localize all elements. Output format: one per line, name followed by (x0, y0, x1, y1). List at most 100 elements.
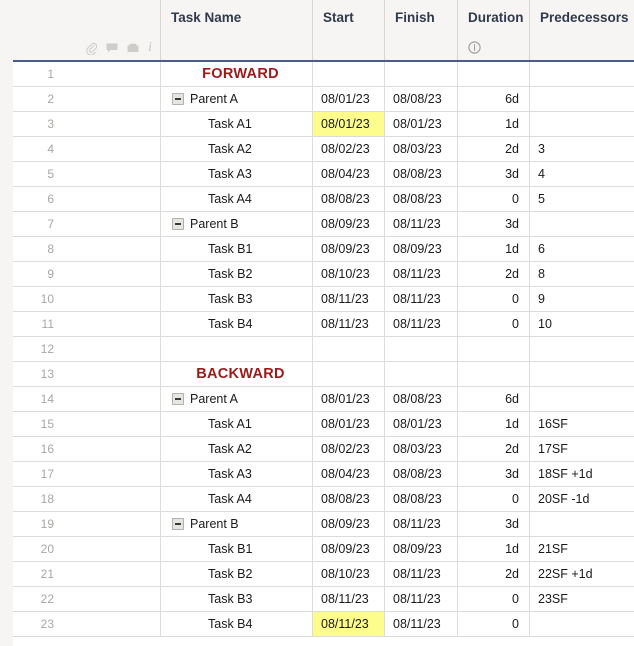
task-name-cell[interactable]: Task A3 (161, 162, 313, 186)
proof-icon[interactable] (127, 43, 139, 54)
task-name-cell[interactable]: Parent A (161, 387, 313, 411)
start-date-cell[interactable] (313, 362, 385, 386)
collapse-toggle-icon[interactable] (172, 218, 184, 230)
predecessors-cell[interactable]: 6 (530, 237, 634, 261)
table-row[interactable]: 15 Task A1 08/01/23 08/01/23 1d 16SF (0, 412, 634, 437)
duration-cell[interactable]: 0 (458, 587, 530, 611)
finish-date-cell[interactable]: 08/11/23 (385, 562, 458, 586)
row-number[interactable]: 21 (13, 562, 161, 586)
predecessors-cell[interactable] (530, 612, 634, 636)
row-number[interactable]: 3 (13, 112, 161, 136)
predecessors-cell[interactable]: 22SF +1d (530, 562, 634, 586)
row-number[interactable]: 4 (13, 137, 161, 161)
row-number[interactable]: 16 (13, 437, 161, 461)
predecessors-cell[interactable] (530, 62, 634, 86)
duration-cell[interactable] (458, 62, 530, 86)
row-number[interactable]: 14 (13, 387, 161, 411)
task-name-cell[interactable]: Task A4 (161, 487, 313, 511)
task-name-cell[interactable]: Task A2 (161, 437, 313, 461)
column-header-task-name[interactable]: Task Name (161, 0, 313, 62)
row-number[interactable]: 5 (13, 162, 161, 186)
start-date-cell[interactable]: 08/04/23 (313, 462, 385, 486)
finish-date-cell[interactable]: 08/03/23 (385, 437, 458, 461)
duration-cell[interactable]: 2d (458, 137, 530, 161)
row-number[interactable]: 2 (13, 87, 161, 111)
start-date-cell[interactable]: 08/01/23 (313, 387, 385, 411)
task-name-cell[interactable]: Parent A (161, 87, 313, 111)
column-header-duration[interactable]: Duration (458, 0, 530, 62)
duration-cell[interactable]: 6d (458, 87, 530, 111)
finish-date-cell[interactable]: 08/03/23 (385, 137, 458, 161)
duration-cell[interactable]: 3d (458, 162, 530, 186)
start-date-cell[interactable]: 08/11/23 (313, 287, 385, 311)
comment-icon[interactable] (106, 43, 118, 54)
finish-date-cell[interactable]: 08/11/23 (385, 312, 458, 336)
duration-cell[interactable]: 0 (458, 287, 530, 311)
table-row[interactable]: 16 Task A2 08/02/23 08/03/23 2d 17SF (0, 437, 634, 462)
predecessors-cell[interactable] (530, 387, 634, 411)
finish-date-cell[interactable] (385, 62, 458, 86)
predecessors-cell[interactable]: 10 (530, 312, 634, 336)
duration-cell[interactable]: 3d (458, 212, 530, 236)
finish-date-cell[interactable] (385, 337, 458, 361)
duration-cell[interactable]: 3d (458, 462, 530, 486)
predecessors-cell[interactable] (530, 362, 634, 386)
table-row[interactable]: 19 Parent B 08/09/23 08/11/23 3d (0, 512, 634, 537)
start-date-cell[interactable]: 08/09/23 (313, 212, 385, 236)
elapsed-duration-icon[interactable] (468, 41, 481, 54)
task-name-cell[interactable]: Task A3 (161, 462, 313, 486)
finish-date-cell[interactable]: 08/08/23 (385, 187, 458, 211)
column-header-predecessors[interactable]: Predecessors (530, 0, 634, 62)
duration-cell[interactable]: 2d (458, 562, 530, 586)
column-header-start[interactable]: Start (313, 0, 385, 62)
info-icon[interactable]: i (148, 41, 152, 55)
duration-cell[interactable]: 2d (458, 437, 530, 461)
table-row[interactable]: 5 Task A3 08/04/23 08/08/23 3d 4 (0, 162, 634, 187)
task-name-cell[interactable]: Task B4 (161, 312, 313, 336)
row-number[interactable]: 1 (13, 62, 161, 86)
predecessors-cell[interactable]: 16SF (530, 412, 634, 436)
duration-cell[interactable]: 6d (458, 387, 530, 411)
duration-cell[interactable]: 0 (458, 612, 530, 636)
row-number[interactable]: 10 (13, 287, 161, 311)
row-number[interactable]: 6 (13, 187, 161, 211)
table-row[interactable]: 4 Task A2 08/02/23 08/03/23 2d 3 (0, 137, 634, 162)
row-number[interactable]: 8 (13, 237, 161, 261)
predecessors-cell[interactable] (530, 512, 634, 536)
task-name-cell[interactable] (161, 337, 313, 361)
row-number[interactable]: 13 (13, 362, 161, 386)
predecessors-cell[interactable] (530, 112, 634, 136)
row-number[interactable]: 12 (13, 337, 161, 361)
finish-date-cell[interactable]: 08/11/23 (385, 212, 458, 236)
start-date-cell[interactable]: 08/08/23 (313, 487, 385, 511)
task-name-cell[interactable]: Task B2 (161, 562, 313, 586)
duration-cell[interactable]: 1d (458, 112, 530, 136)
predecessors-cell[interactable]: 18SF +1d (530, 462, 634, 486)
duration-cell[interactable]: 0 (458, 187, 530, 211)
task-name-cell[interactable]: FORWARD (161, 62, 313, 86)
duration-cell[interactable]: 1d (458, 237, 530, 261)
finish-date-cell[interactable]: 08/01/23 (385, 112, 458, 136)
table-row[interactable]: 7 Parent B 08/09/23 08/11/23 3d (0, 212, 634, 237)
task-name-cell[interactable]: Task B1 (161, 537, 313, 561)
task-name-cell[interactable]: Task A1 (161, 412, 313, 436)
collapse-toggle-icon[interactable] (172, 393, 184, 405)
predecessors-cell[interactable]: 21SF (530, 537, 634, 561)
duration-cell[interactable]: 0 (458, 487, 530, 511)
start-date-cell[interactable] (313, 337, 385, 361)
finish-date-cell[interactable]: 08/08/23 (385, 387, 458, 411)
table-row[interactable]: 13 BACKWARD (0, 362, 634, 387)
task-name-cell[interactable]: Parent B (161, 212, 313, 236)
start-date-cell[interactable]: 08/09/23 (313, 537, 385, 561)
start-date-cell[interactable]: 08/01/23 (313, 87, 385, 111)
table-row[interactable]: 3 Task A1 08/01/23 08/01/23 1d (0, 112, 634, 137)
start-date-cell[interactable]: 08/10/23 (313, 262, 385, 286)
start-date-cell[interactable] (313, 62, 385, 86)
predecessors-cell[interactable] (530, 212, 634, 236)
finish-date-cell[interactable]: 08/09/23 (385, 537, 458, 561)
finish-date-cell[interactable]: 08/11/23 (385, 587, 458, 611)
start-date-cell[interactable]: 08/11/23 (313, 612, 385, 636)
duration-cell[interactable]: 2d (458, 262, 530, 286)
table-row[interactable]: 8 Task B1 08/09/23 08/09/23 1d 6 (0, 237, 634, 262)
attachment-icon[interactable] (86, 42, 98, 55)
